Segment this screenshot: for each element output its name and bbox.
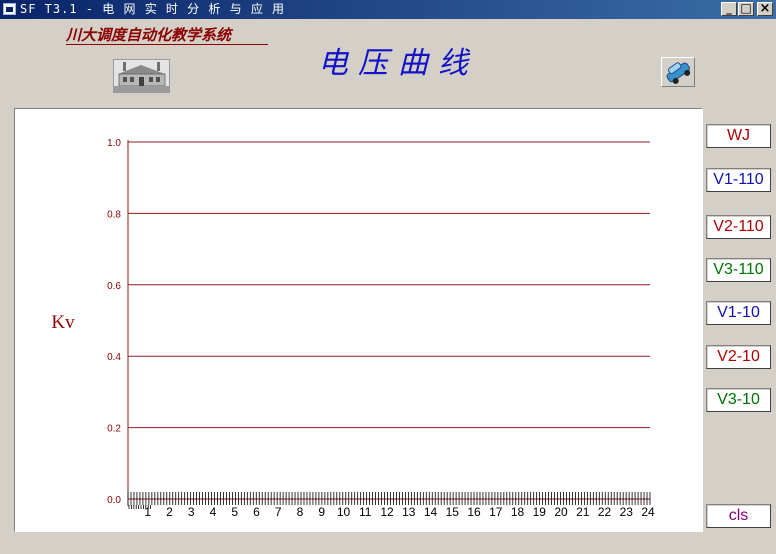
x-tick-label: 22: [598, 505, 612, 519]
car-icon[interactable]: [661, 57, 695, 87]
close-button[interactable]: ×: [757, 2, 773, 16]
series-button-v1-10[interactable]: V1-10: [706, 301, 771, 325]
x-tick-label: 2: [166, 505, 173, 519]
maximize-button[interactable]: □: [738, 2, 754, 16]
x-tick-label: 15: [446, 505, 460, 519]
x-tick-label: 18: [511, 505, 525, 519]
cls-button[interactable]: cls: [706, 504, 771, 528]
x-tick-label: 16: [467, 505, 481, 519]
y-tick-label: 0.0: [107, 495, 121, 506]
x-tick-label: 14: [424, 505, 438, 519]
x-tick-label: 10: [337, 505, 351, 519]
y-tick-label: 0.2: [107, 424, 121, 435]
app-icon[interactable]: [3, 3, 16, 15]
x-tick-label: 21: [576, 505, 590, 519]
series-button-v2-110[interactable]: V2-110: [706, 215, 771, 239]
x-tick-label: 6: [253, 505, 260, 519]
x-tick-label: 13: [402, 505, 416, 519]
x-tick-label: 17: [489, 505, 503, 519]
x-tick-label: 12: [380, 505, 394, 519]
x-tick-label: 23: [620, 505, 634, 519]
y-tick-label: 1.0: [107, 138, 121, 149]
page-title: 电压曲线: [318, 46, 478, 81]
x-tick-label: 8: [297, 505, 304, 519]
x-tick-label: 20: [554, 505, 568, 519]
system-subtitle: 川大调度自动化教学系统: [66, 26, 268, 45]
series-button-wj[interactable]: WJ: [706, 124, 771, 148]
series-button-v1-110[interactable]: V1-110: [706, 168, 771, 192]
x-tick-label: 5: [231, 505, 238, 519]
x-tick-label: 4: [210, 505, 217, 519]
y-tick-label: 0.4: [107, 352, 121, 363]
x-tick-label: 19: [533, 505, 547, 519]
x-tick-label: 1: [144, 505, 151, 519]
series-button-v2-10[interactable]: V2-10: [706, 345, 771, 369]
x-tick-label: 9: [318, 505, 325, 519]
minimize-button[interactable]: _: [721, 2, 737, 16]
voltage-chart: 0.0 0.2 0.4 0.6 0.8 1.0 1 2 3 4 5 6 7 8 9 10 11 12 13 14 15 1…: [14, 108, 703, 532]
x-tick-label: 7: [275, 505, 282, 519]
x-tick-label: 24: [641, 505, 655, 519]
x-tick-label: 3: [188, 505, 195, 519]
y-tick-label: 0.6: [107, 281, 121, 292]
series-button-v3-10[interactable]: V3-10: [706, 388, 771, 412]
window-title: SF T3.1 - 电 网 实 时 分 析 与 应 用: [20, 2, 286, 16]
power-station-icon: [113, 59, 170, 93]
y-axis-label: Kv: [51, 312, 75, 333]
y-tick-label: 0.8: [107, 209, 121, 220]
series-button-v3-110[interactable]: V3-110: [706, 258, 771, 282]
chart-canvas: 0.00.20.40.60.81.01 2 3 4 5 6 7 8 9 10 11 12 13 14 15 1…: [51, 138, 655, 519]
x-tick-label: 11: [359, 505, 372, 519]
title-bar: SF T3.1 - 电 网 实 时 分 析 与 应 用 _ □ ×: [0, 0, 776, 19]
